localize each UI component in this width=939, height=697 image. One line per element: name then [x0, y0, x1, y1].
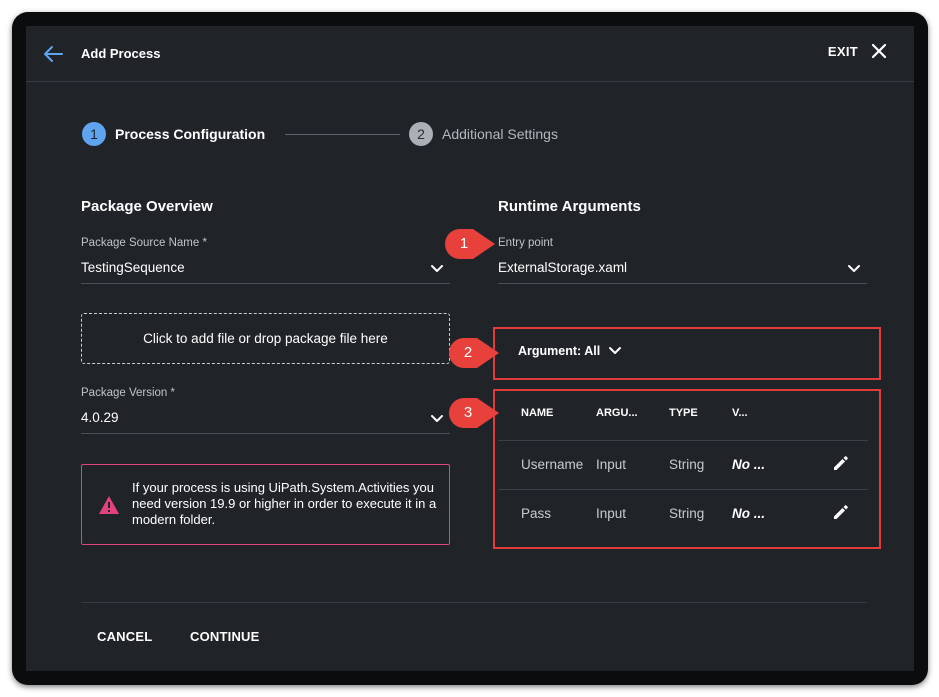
package-dropzone[interactable]: Click to add file or drop package file h… [81, 313, 450, 364]
callout-number: 1 [459, 235, 469, 252]
callout-box-2 [493, 327, 881, 380]
entry-point-select[interactable]: ExternalStorage.xaml [498, 260, 627, 275]
package-version-label: Package Version * [81, 387, 175, 399]
chevron-down-icon[interactable] [847, 264, 861, 274]
step-number: 2 [409, 122, 433, 146]
stepper-connector [285, 134, 400, 135]
entry-point-underline [498, 283, 867, 284]
warning-icon [99, 496, 119, 514]
entry-point-label: Entry point [498, 237, 553, 249]
package-source-select[interactable]: TestingSequence [81, 260, 185, 275]
callout-number: 3 [463, 404, 473, 421]
step-label: Additional Settings [442, 126, 558, 142]
callout-box-3 [493, 389, 881, 549]
package-overview-title: Package Overview [81, 198, 213, 215]
callout-number: 2 [463, 344, 473, 361]
step-number: 1 [82, 122, 106, 146]
package-source-underline [81, 283, 450, 284]
package-source-label: Package Source Name * [81, 237, 207, 249]
warning-text: If your process is using UiPath.System.A… [132, 480, 437, 527]
dialog-header: Add Process EXIT [26, 26, 914, 82]
runtime-arguments-title: Runtime Arguments [498, 198, 641, 215]
step-label: Process Configuration [115, 126, 266, 142]
continue-button[interactable]: CONTINUE [190, 629, 260, 644]
close-icon [871, 43, 887, 59]
exit-label: EXIT [827, 43, 858, 59]
back-arrow-icon[interactable] [42, 44, 64, 64]
cancel-button[interactable]: CANCEL [97, 629, 152, 644]
chevron-down-icon[interactable] [430, 264, 444, 274]
chevron-down-icon[interactable] [430, 414, 444, 424]
version-warning: If your process is using UiPath.System.A… [81, 464, 450, 545]
footer-divider [81, 602, 867, 603]
step-additional-settings[interactable]: 2 Additional Settings [409, 122, 558, 146]
exit-button[interactable]: EXIT [828, 42, 888, 60]
step-process-configuration[interactable]: 1 Process Configuration [82, 122, 265, 146]
dialog-title: Add Process [81, 46, 161, 61]
callout-badge-2: 2 [447, 336, 501, 370]
stepper: 1 Process Configuration 2 Additional Set… [82, 122, 622, 146]
callout-badge-3: 3 [447, 396, 501, 430]
package-version-select[interactable]: 4.0.29 [81, 410, 119, 425]
package-version-underline [81, 433, 450, 434]
callout-badge-1: 1 [443, 227, 497, 261]
